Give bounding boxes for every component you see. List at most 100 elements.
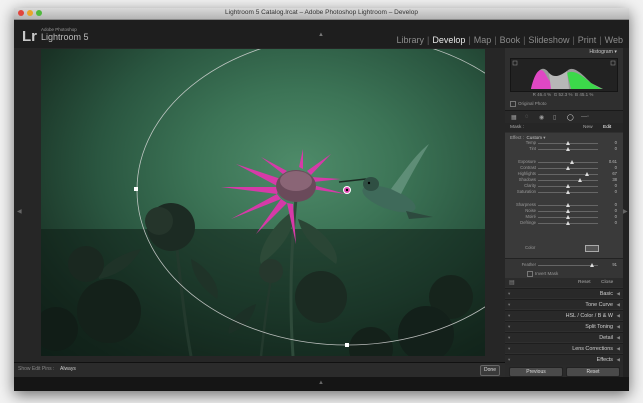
module-library[interactable]: Library xyxy=(396,35,424,45)
mask-edit-button[interactable]: Edit xyxy=(603,125,611,130)
histogram-header[interactable]: Histogram ▾ xyxy=(505,48,623,57)
top-panel-toggle-icon[interactable]: ▲ xyxy=(318,32,324,38)
done-button[interactable]: Done xyxy=(480,365,500,376)
develop-toolbar: Show Edit Pins : Always Done xyxy=(14,362,505,377)
slider-track[interactable] xyxy=(538,179,598,181)
slider-value[interactable]: 0 xyxy=(601,146,617,151)
section-hsl[interactable]: ▾ HSL / Color / B & W ◀ xyxy=(505,310,623,320)
slider-saturation[interactable]: Saturation 0 xyxy=(509,189,619,195)
product-name: Lightroom 5 xyxy=(41,32,89,42)
module-develop[interactable]: Develop xyxy=(432,35,465,45)
slider-defringe[interactable]: Defringe 0 xyxy=(509,220,619,226)
slider-value[interactable]: 0.61 xyxy=(601,159,617,164)
left-panel-toggle-icon[interactable]: ◀ xyxy=(17,208,22,215)
red-eye-icon[interactable]: ◉ xyxy=(539,114,544,121)
slider-label: Temp xyxy=(525,140,536,145)
module-picker: Library | Develop | Map | Book | Slideshow | Print… xyxy=(396,35,623,45)
module-print[interactable]: Print xyxy=(578,35,597,45)
slider-track[interactable] xyxy=(538,161,598,163)
mask-label: Mask : xyxy=(510,125,525,130)
reset-button[interactable]: Reset xyxy=(566,367,620,377)
filter-handle-left[interactable] xyxy=(134,187,138,191)
filter-close-button[interactable]: Close xyxy=(601,280,613,285)
invert-mask-toggle[interactable]: Invert Mask xyxy=(527,271,558,277)
filmstrip-toggle-icon[interactable]: ▲ xyxy=(318,380,324,386)
lightroom-logo: Lr xyxy=(22,28,37,45)
right-panel: Histogram ▾ R 46.4 % G 52.3 % B 45.1 % O… xyxy=(505,48,623,377)
crop-tool-icon[interactable]: ▦ xyxy=(511,114,517,121)
slider-value[interactable]: 0 xyxy=(601,220,617,225)
module-book[interactable]: Book xyxy=(500,35,521,45)
title-bar: Lightroom 5 Catalog.lrcat – Adobe Photos… xyxy=(14,8,629,20)
slider-value[interactable]: 0 xyxy=(601,202,617,207)
slider-value[interactable]: 38 xyxy=(601,177,617,182)
section-effects[interactable]: ▾ Effects ◀ xyxy=(505,354,623,365)
slider-knob[interactable] xyxy=(570,159,575,164)
slider-value[interactable]: 0 xyxy=(601,189,617,194)
highlight-clipping-icon[interactable] xyxy=(610,60,616,66)
color-swatch[interactable] xyxy=(585,245,599,252)
slider-value[interactable]: 0 xyxy=(601,183,617,188)
slider-label: Saturation xyxy=(516,189,536,194)
adjustment-brush-icon[interactable]: ―◦ xyxy=(581,114,589,120)
show-edit-pins-select[interactable]: Always xyxy=(60,366,76,372)
filter-reset-button[interactable]: Reset xyxy=(578,280,591,285)
slider-label: Highlights xyxy=(517,171,536,176)
slider-value[interactable]: 67 xyxy=(601,171,617,176)
slider-knob[interactable] xyxy=(565,140,570,145)
panel-switch-icon[interactable]: ▤ xyxy=(509,279,515,286)
slider-value[interactable]: 0 xyxy=(601,165,617,170)
slider-label: Shadows xyxy=(518,177,536,182)
slider-value[interactable]: 0 xyxy=(601,214,617,219)
module-slideshow[interactable]: Slideshow xyxy=(528,35,569,45)
module-web[interactable]: Web xyxy=(605,35,623,45)
slider-knob[interactable] xyxy=(577,177,582,182)
section-tone-curve[interactable]: ▾ Tone Curve ◀ xyxy=(505,299,623,309)
invert-mask-checkbox[interactable] xyxy=(527,271,533,277)
section-lens-corrections[interactable]: ▾ Lens Corrections ◀ xyxy=(505,343,623,353)
slider-knob[interactable] xyxy=(565,208,570,213)
radial-filter-overlay[interactable] xyxy=(41,49,485,356)
original-photo-checkbox[interactable] xyxy=(510,101,516,107)
histogram xyxy=(510,58,618,92)
feather-knob[interactable] xyxy=(590,262,595,267)
feather-section: Feather 91 Invert Mask xyxy=(505,258,623,279)
slider-tint[interactable]: Tint 0 xyxy=(509,146,619,152)
slider-value[interactable]: 0 xyxy=(601,208,617,213)
radial-filter-icon[interactable]: ◯ xyxy=(567,114,574,121)
mask-row: Mask : New Edit xyxy=(505,123,623,132)
slider-knob[interactable] xyxy=(565,183,570,188)
filter-handle-bottom[interactable] xyxy=(345,343,349,347)
image-area: ◀ xyxy=(14,48,505,362)
slider-label: Exposure xyxy=(518,159,536,164)
section-split-toning[interactable]: ▾ Split Toning ◀ xyxy=(505,321,623,331)
slider-track[interactable] xyxy=(538,173,598,175)
section-detail[interactable]: ▾ Detail ◀ xyxy=(505,332,623,342)
window-title: Lightroom 5 Catalog.lrcat – Adobe Photos… xyxy=(225,9,418,16)
mask-new-button[interactable]: New xyxy=(583,125,593,130)
color-label: Color xyxy=(525,245,536,250)
slider-knob[interactable] xyxy=(584,171,589,176)
filmstrip-bar: ▲ xyxy=(14,377,629,391)
slider-knob[interactable] xyxy=(565,202,570,207)
spot-removal-icon[interactable]: ◌ xyxy=(525,114,529,120)
slider-knob[interactable] xyxy=(565,214,570,219)
shadow-clipping-icon[interactable] xyxy=(512,60,518,66)
feather-slider[interactable]: Feather 91 xyxy=(509,262,619,268)
histogram-readout: R 46.4 % G 52.3 % B 45.1 % xyxy=(532,92,594,97)
graduated-filter-icon[interactable]: ▯ xyxy=(553,114,556,121)
slider-label: Contrast xyxy=(520,165,536,170)
slider-knob[interactable] xyxy=(565,146,570,151)
slider-knob[interactable] xyxy=(565,189,570,194)
module-map[interactable]: Map xyxy=(474,35,492,45)
section-basic[interactable]: ▾ Basic ◀ xyxy=(505,288,623,298)
original-photo-toggle[interactable]: Original Photo xyxy=(510,101,547,107)
slider-knob[interactable] xyxy=(565,165,570,170)
slider-label: Sharpness xyxy=(515,202,536,207)
slider-value[interactable]: 0 xyxy=(601,140,617,145)
filter-footer: ▤ Reset Close xyxy=(505,278,623,287)
slider-label: Defringe xyxy=(520,220,536,225)
right-panel-toggle-icon[interactable]: ▶ xyxy=(623,208,628,215)
slider-knob[interactable] xyxy=(565,220,570,225)
previous-button[interactable]: Previous xyxy=(509,367,563,377)
